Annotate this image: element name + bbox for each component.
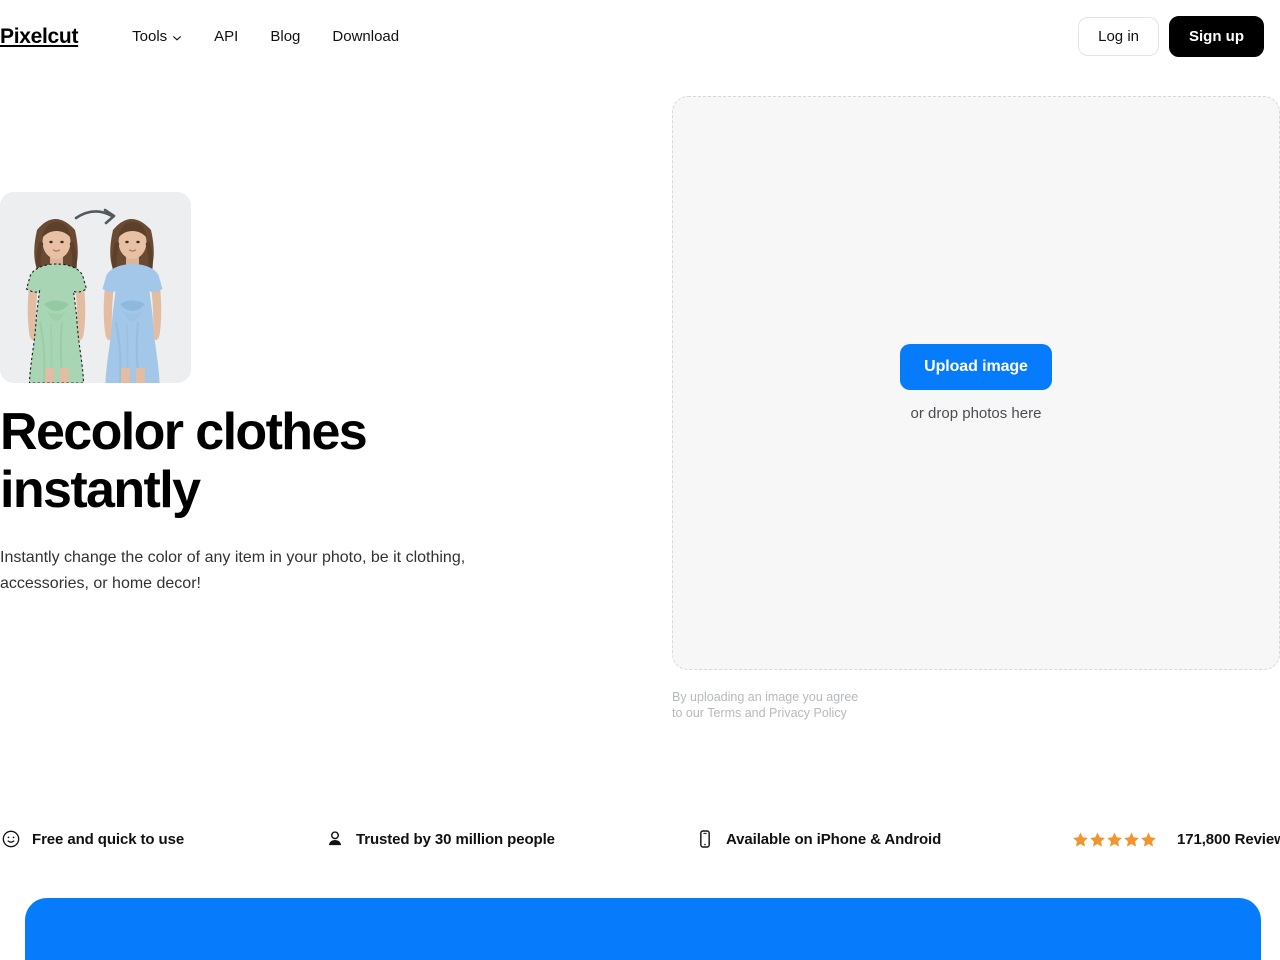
star-rating-icon xyxy=(1072,831,1157,848)
nav-link-tools[interactable]: Tools xyxy=(116,20,198,53)
hero-subtitle: Instantly change the color of any item i… xyxy=(0,549,466,592)
upload-panel: Upload image or drop photos here By uplo… xyxy=(672,96,1280,721)
terms-disclaimer: By uploading an image you agree to our T… xyxy=(672,690,859,720)
mobile-phone-icon xyxy=(694,828,716,850)
navbar-actions: Log in Sign up xyxy=(1078,16,1264,57)
hero-section: Recolor clothes instantly Instantly chan… xyxy=(0,192,620,597)
upload-image-button[interactable]: Upload image xyxy=(900,344,1052,390)
nav-link-api[interactable]: API xyxy=(198,20,254,53)
feature-label: Free and quick to use xyxy=(32,830,185,848)
main-navigation: Tools API Blog Download xyxy=(116,20,415,53)
feature-free-and-quick: Free and quick to use xyxy=(0,828,184,850)
feature-label: Trusted by 30 million people xyxy=(356,830,555,848)
top-navbar: Pixelcut Tools API Blog Download Log in … xyxy=(0,0,1280,73)
brand-logo[interactable]: Pixelcut xyxy=(0,25,78,49)
nav-link-tools-label: Tools xyxy=(132,28,168,45)
login-button[interactable]: Log in xyxy=(1078,17,1159,56)
features-bar: Free and quick to use Trusted by 30 mill… xyxy=(0,824,1280,854)
chevron-down-icon xyxy=(172,33,182,43)
bottom-blue-panel xyxy=(25,898,1261,960)
feature-reviews-rating: 171,800 Reviews xyxy=(1072,831,1280,848)
feature-trusted-by-people: Trusted by 30 million people xyxy=(324,828,555,850)
before-after-dress-recolor-image xyxy=(0,192,191,383)
page-title: Recolor clothes instantly xyxy=(0,403,368,519)
reviews-count-label: 171,800 Reviews xyxy=(1177,830,1280,848)
nav-link-blog[interactable]: Blog xyxy=(254,20,316,53)
feature-label: Available on iPhone & Android xyxy=(726,830,942,848)
person-icon xyxy=(324,828,346,850)
nav-link-download[interactable]: Download xyxy=(316,20,415,53)
drop-photos-hint: or drop photos here xyxy=(910,405,1042,422)
feature-available-on-mobile: Available on iPhone & Android xyxy=(694,828,941,850)
image-dropzone[interactable]: Upload image or drop photos here xyxy=(672,96,1280,670)
smiley-face-icon xyxy=(0,828,22,850)
signup-button[interactable]: Sign up xyxy=(1169,16,1264,57)
